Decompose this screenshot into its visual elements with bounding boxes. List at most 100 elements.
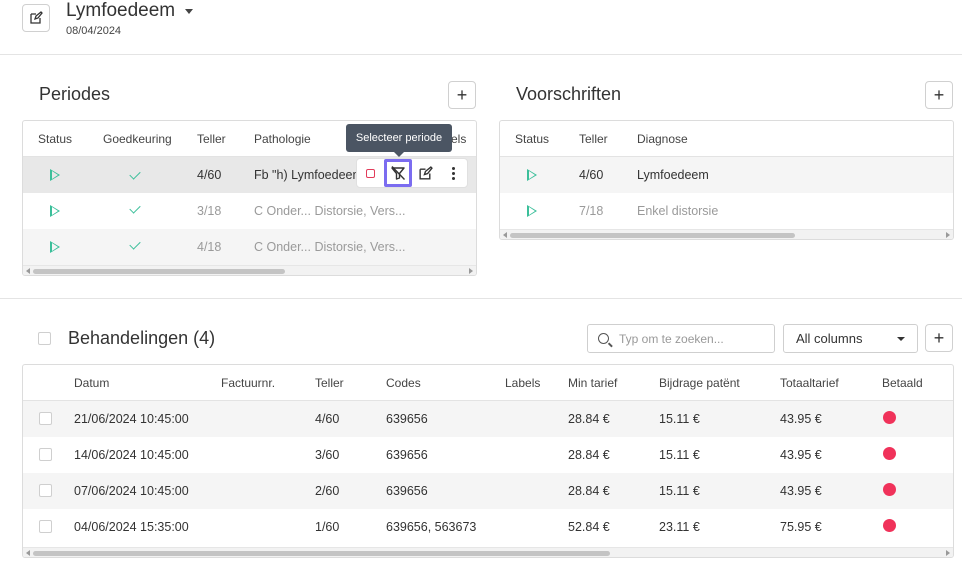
scroll-thumb[interactable] — [33, 551, 610, 556]
row-min-tarief: 28.84 € — [568, 484, 610, 498]
col-totaaltarief[interactable]: Totaaltarief — [780, 376, 839, 390]
col-diagnose[interactable]: Diagnose — [637, 132, 688, 146]
edit-title-button[interactable] — [22, 4, 50, 32]
add-voorschrift-button[interactable]: + — [925, 81, 953, 109]
col-labels[interactable]: Labels — [505, 376, 540, 390]
table-header: Status Teller Diagnose — [500, 121, 953, 157]
row-teller: 4/60 — [315, 412, 340, 426]
row-datum: 14/06/2024 10:45:00 — [74, 448, 189, 462]
scroll-thumb[interactable] — [510, 233, 795, 238]
row-bijdrage: 15.11 € — [659, 484, 700, 498]
scroll-right-icon[interactable] — [469, 268, 473, 274]
unpaid-status-icon — [883, 519, 896, 532]
select-all-checkbox[interactable] — [38, 332, 51, 345]
unpaid-status-icon — [883, 411, 896, 424]
row-codes: 639656 — [386, 412, 428, 426]
stop-button[interactable] — [357, 159, 384, 187]
table-row[interactable]: 4/18 C Onder... Distorsie, Vers... — [23, 229, 476, 265]
col-bijdrage-patient[interactable]: Bijdrage patënt — [659, 376, 740, 390]
check-icon — [129, 168, 141, 180]
row-datum: 07/06/2024 10:45:00 — [74, 484, 189, 498]
row-pathologie: C Onder... Distorsie, Vers... — [254, 240, 406, 254]
col-teller[interactable]: Teller — [197, 132, 226, 146]
row-pathologie: Fb "h) Lymfoedeem — [254, 168, 363, 182]
row-pathologie: C Onder... Distorsie, Vers... — [254, 204, 406, 218]
horizontal-scrollbar[interactable] — [23, 265, 476, 275]
col-betaald[interactable]: Betaald — [882, 376, 923, 390]
col-datum[interactable]: Datum — [74, 376, 109, 390]
row-teller: 1/60 — [315, 520, 340, 534]
scroll-left-icon[interactable] — [26, 550, 30, 556]
row-teller: 2/60 — [315, 484, 340, 498]
row-actions — [356, 158, 468, 188]
scroll-left-icon[interactable] — [26, 268, 30, 274]
more-icon — [451, 166, 455, 180]
more-button[interactable] — [440, 159, 467, 187]
col-pathologie[interactable]: Pathologie — [254, 132, 311, 146]
row-bijdrage: 15.11 € — [659, 448, 700, 462]
table-row[interactable]: 3/18 C Onder... Distorsie, Vers... — [23, 193, 476, 229]
row-bijdrage: 15.11 € — [659, 412, 700, 426]
page-title[interactable]: Lymfoedeem — [66, 0, 194, 22]
add-behandeling-button[interactable]: + — [925, 324, 953, 352]
edit-icon — [419, 165, 434, 180]
table-row[interactable]: 07/06/2024 10:45:00 2/60 639656 28.84 € … — [23, 473, 953, 509]
scroll-right-icon[interactable] — [946, 232, 950, 238]
behandelingen-title: Behandelingen (4) — [68, 328, 216, 348]
divider — [0, 298, 962, 299]
col-teller[interactable]: Teller — [579, 132, 608, 146]
table-row[interactable]: 4/60 Lymfoedeem — [500, 157, 953, 193]
row-datum: 04/06/2024 15:35:00 — [74, 520, 189, 534]
table-row[interactable]: 14/06/2024 10:45:00 3/60 639656 28.84 € … — [23, 437, 953, 473]
row-teller: 4/60 — [197, 168, 222, 182]
row-totaal: 43.95 € — [780, 412, 822, 426]
stop-icon — [366, 168, 376, 178]
horizontal-scrollbar[interactable] — [23, 547, 953, 557]
col-teller[interactable]: Teller — [315, 376, 344, 390]
play-icon[interactable] — [527, 205, 537, 217]
table-header: Datum Factuurnr. Teller Codes Labels Min… — [23, 365, 953, 401]
col-status[interactable]: Status — [38, 132, 72, 146]
play-icon[interactable] — [50, 205, 60, 217]
filter-off-icon — [391, 166, 406, 180]
col-factuurnr[interactable]: Factuurnr. — [221, 376, 275, 390]
table-row[interactable]: 04/06/2024 15:35:00 1/60 639656, 563673 … — [23, 509, 953, 545]
row-checkbox[interactable] — [39, 412, 52, 425]
column-filter-select[interactable]: All columns — [783, 324, 918, 353]
column-filter-value: All columns — [796, 331, 863, 346]
row-teller: 3/60 — [315, 448, 340, 462]
horizontal-scrollbar[interactable] — [500, 229, 953, 239]
play-icon[interactable] — [50, 169, 60, 181]
col-labels[interactable]: els — [451, 132, 466, 146]
add-periode-button[interactable]: + — [448, 81, 476, 109]
chevron-down-icon — [897, 336, 905, 341]
row-codes: 639656, 563673 — [386, 520, 477, 534]
scroll-thumb[interactable] — [33, 269, 285, 274]
search-input[interactable]: Typ om te zoeken... — [587, 324, 775, 353]
row-datum: 21/06/2024 10:45:00 — [74, 412, 189, 426]
table-row[interactable]: 21/06/2024 10:45:00 4/60 639656 28.84 € … — [23, 401, 953, 437]
row-checkbox[interactable] — [39, 448, 52, 461]
col-goedkeuring[interactable]: Goedkeuring — [103, 132, 172, 146]
row-teller: 3/18 — [197, 204, 222, 218]
row-checkbox[interactable] — [39, 520, 52, 533]
select-periode-button[interactable] — [384, 159, 413, 187]
col-min-tarief[interactable]: Min tarief — [568, 376, 617, 390]
row-bijdrage: 23.11 € — [659, 520, 700, 534]
chevron-down-icon — [185, 8, 194, 14]
play-icon[interactable] — [50, 241, 60, 253]
row-teller: 7/18 — [579, 204, 604, 218]
scroll-left-icon[interactable] — [503, 232, 507, 238]
row-checkbox[interactable] — [39, 484, 52, 497]
row-codes: 639656 — [386, 448, 428, 462]
col-codes[interactable]: Codes — [386, 376, 421, 390]
search-placeholder: Typ om te zoeken... — [619, 331, 724, 346]
play-icon[interactable] — [527, 169, 537, 181]
table-row[interactable]: 7/18 Enkel distorsie — [500, 193, 953, 229]
scroll-right-icon[interactable] — [946, 550, 950, 556]
row-totaal: 43.95 € — [780, 484, 822, 498]
row-totaal: 75.95 € — [780, 520, 822, 534]
edit-periode-button[interactable] — [412, 159, 439, 187]
voorschriften-title: Voorschriften — [516, 84, 622, 104]
col-status[interactable]: Status — [515, 132, 549, 146]
